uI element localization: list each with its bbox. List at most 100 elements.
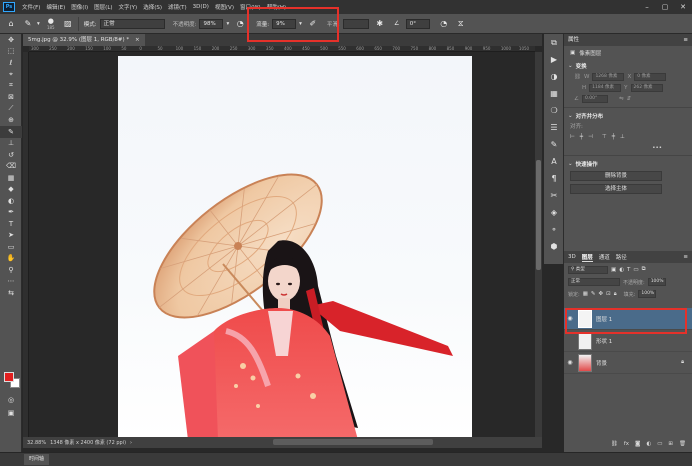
link-icon[interactable]: ⛓ (574, 74, 581, 80)
menu-view[interactable]: 视图(V) (212, 3, 237, 11)
filter-pixel-icon[interactable]: ▣ (611, 267, 616, 273)
fill-field[interactable]: 100% (638, 290, 657, 298)
filter-smart-icon[interactable]: ⧉ (642, 266, 646, 273)
mode-select[interactable]: 正常 (99, 18, 165, 29)
vertical-scrollbar[interactable] (535, 52, 542, 437)
crop-tool-icon[interactable]: ⌗ (0, 80, 22, 92)
lock-artboard-icon[interactable]: ⊡ (606, 291, 611, 297)
opacity-field[interactable]: 100% (647, 278, 666, 286)
chevron-down-icon[interactable]: ▾ (226, 21, 229, 27)
layer-name[interactable]: 背景 (596, 359, 607, 367)
layer-filter-select[interactable]: ⚲ 类型 (568, 265, 608, 274)
document-image[interactable] (118, 56, 472, 437)
brush-tool-icon[interactable]: ✎ (0, 126, 22, 138)
eyedropper-tool-icon[interactable]: ⟋ (0, 103, 22, 115)
zoom-tool-icon[interactable]: ⚲ (0, 264, 22, 276)
align-center-h-icon[interactable]: ┿ (580, 134, 583, 140)
more-options-icon[interactable]: ••• (652, 145, 662, 151)
marquee-tool-icon[interactable]: ⬚ (0, 46, 22, 58)
color-wheel-icon[interactable]: ❍ (544, 102, 564, 119)
history-brush-tool-icon[interactable]: ↺ (0, 149, 22, 161)
symmetry-icon[interactable]: ⧖ (455, 18, 467, 30)
smoothing-field[interactable] (342, 18, 369, 29)
h-field[interactable]: 1184 像素 (589, 83, 622, 92)
info-icon[interactable]: ⚬ (544, 221, 564, 238)
horizontal-scrollbar[interactable] (173, 439, 543, 445)
quick-select-tool-icon[interactable]: ⌖ (0, 69, 22, 81)
remove-background-button[interactable]: 删除背景 (570, 171, 662, 181)
tab-channels[interactable]: 通道 (599, 253, 610, 261)
layer-name[interactable]: 形状 1 (596, 337, 612, 345)
properties-sliders-icon[interactable]: ☰ (544, 119, 564, 136)
swatches-icon[interactable]: ▦ (544, 85, 564, 102)
stamp-tool-icon[interactable]: ⊥ (0, 138, 22, 150)
lock-transparent-icon[interactable]: ▦ (583, 291, 588, 297)
horizontal-scrollbar-thumb[interactable] (273, 439, 433, 445)
panel-menu-icon[interactable]: ≡ (683, 254, 688, 260)
mask-icon[interactable]: ◙ (635, 441, 640, 447)
trash-icon[interactable]: 🗑︎ (679, 441, 686, 447)
layer-row[interactable]: ◉ 背景 🔒︎ (564, 352, 692, 374)
home-icon[interactable]: ⌂ (5, 18, 17, 30)
vertical-scrollbar-thumb[interactable] (536, 160, 541, 270)
eye-icon[interactable]: ◉ (564, 359, 576, 366)
menu-layer[interactable]: 图层(L) (91, 3, 115, 11)
pen-tool-icon[interactable]: ✒ (0, 207, 22, 219)
panel-menu-icon[interactable]: ≡ (683, 34, 688, 46)
navigator-icon[interactable]: ◈ (544, 204, 564, 221)
tab-3d[interactable]: 3D (568, 254, 576, 260)
properties-tab[interactable]: 属性 (568, 37, 579, 43)
lock-all-icon[interactable]: 🔒︎ (614, 291, 617, 298)
gear-icon[interactable]: ✱ (374, 18, 386, 30)
canvas-area[interactable] (29, 52, 535, 437)
actions-play-icon[interactable]: ▶ (544, 51, 564, 68)
healing-tool-icon[interactable]: ⊕ (0, 115, 22, 127)
angle-field[interactable]: 0° (405, 18, 430, 29)
pressure-opacity-icon[interactable]: ◔ (234, 18, 246, 30)
select-subject-button[interactable]: 选择主体 (570, 184, 662, 194)
quick-actions-header[interactable]: ⌄ 快速操作 (564, 158, 692, 169)
type-tool-icon[interactable]: T (0, 218, 22, 230)
foreground-color-swatch[interactable] (4, 372, 14, 382)
dodge-tool-icon[interactable]: ◐ (0, 195, 22, 207)
lock-position-icon[interactable]: ✥ (599, 291, 604, 297)
history-panel-icon[interactable]: ⧉ (544, 34, 564, 51)
shape-tool-icon[interactable]: ▭ (0, 241, 22, 253)
brush-tip-icon[interactable]: ● (45, 17, 57, 25)
x-field[interactable]: 0 像素 (634, 72, 667, 81)
tool-presets-icon[interactable]: ✂ (544, 187, 564, 204)
pressure-size-icon[interactable]: ◔ (438, 18, 450, 30)
align-section-header[interactable]: ⌄ 对齐并分布 (564, 110, 692, 121)
link-icon[interactable]: ⛓ (611, 441, 618, 447)
menu-file[interactable]: 文件(F) (19, 3, 43, 11)
chevron-down-icon[interactable]: ▾ (37, 21, 40, 27)
move-tool-icon[interactable]: ✥ (0, 34, 22, 46)
three-d-icon[interactable]: ⬢ (544, 238, 564, 255)
adjustments-icon[interactable]: ◑ (544, 68, 564, 85)
path-select-tool-icon[interactable]: ➤ (0, 230, 22, 242)
opacity-field[interactable]: 98% (199, 18, 224, 29)
gradient-tool-icon[interactable]: ▦ (0, 172, 22, 184)
fx-icon[interactable]: fx (624, 441, 629, 447)
align-right-icon[interactable]: ⊣ (588, 134, 593, 140)
align-middle-v-icon[interactable]: ╪ (612, 134, 615, 140)
new-layer-icon[interactable]: ⊞ (668, 441, 673, 447)
lasso-tool-icon[interactable]: ℓ (0, 57, 22, 69)
minimize-icon[interactable]: – (638, 3, 656, 11)
tab-paths[interactable]: 路径 (616, 253, 627, 261)
frame-tool-icon[interactable]: ⊠ (0, 92, 22, 104)
document-tab[interactable]: 5mg.jpg @ 32.9% (图层 1, RGB/8#) * × (23, 34, 145, 46)
align-bottom-icon[interactable]: ⊥ (620, 134, 625, 140)
timeline-tab[interactable]: 时间轴 (24, 454, 50, 465)
maximize-icon[interactable]: ▢ (656, 3, 674, 11)
menu-edit[interactable]: 编辑(E) (43, 3, 68, 11)
flip-horizontal-icon[interactable]: ⇋ (619, 96, 624, 102)
align-left-icon[interactable]: ⊢ (570, 134, 575, 140)
color-swatches[interactable] (4, 372, 20, 388)
character-icon[interactable]: A (544, 153, 564, 170)
flip-vertical-icon[interactable]: ⇵ (627, 96, 632, 102)
filter-adjust-icon[interactable]: ◐ (619, 267, 624, 273)
brush-settings-icon[interactable]: ✎ (544, 136, 564, 153)
zoom-level[interactable]: 32.88% (27, 440, 46, 446)
menu-image[interactable]: 图像(I) (68, 3, 91, 11)
